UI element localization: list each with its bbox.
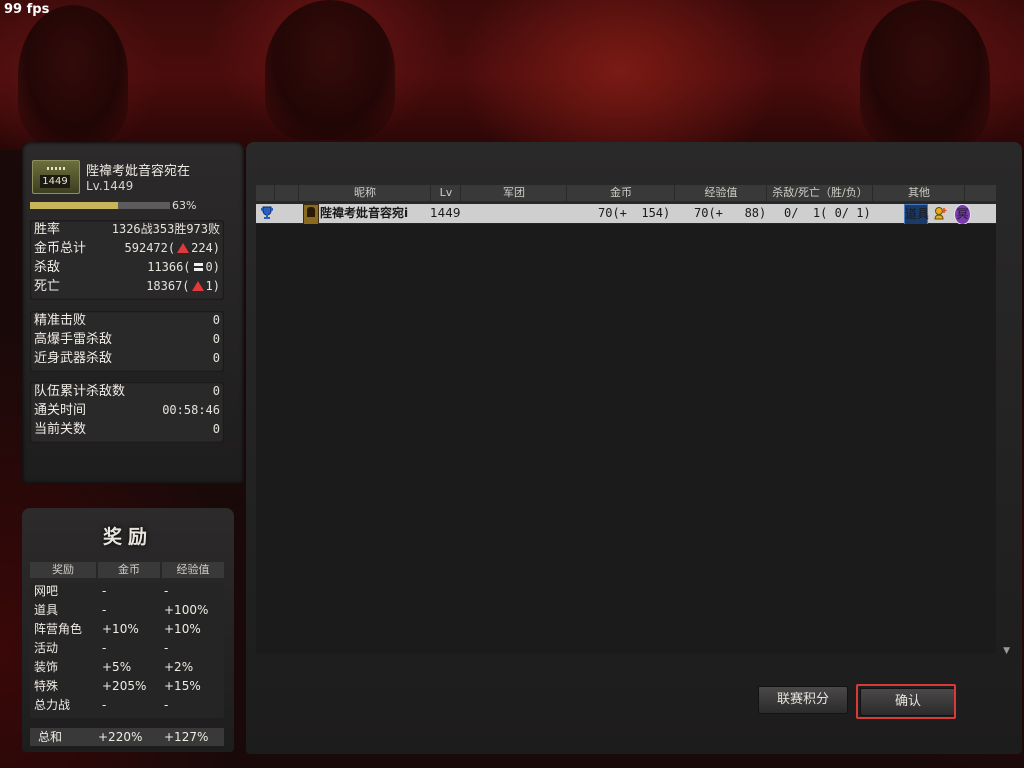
class-icon	[303, 204, 319, 225]
scoreboard-panel: 昵称 Lv 军团 金币 经验值 杀敌/死亡（胜/负） 其他 陛禕考妣音容宛i 1…	[246, 142, 1022, 754]
reward-row: 特殊 +205% +15%	[34, 679, 201, 693]
stat-row-gold-total: 金币总计 592472(224)	[30, 239, 224, 258]
stat-label: 队伍累计杀敌数	[34, 384, 126, 399]
reward-row: 阵营角色 +10% +10%	[34, 622, 201, 636]
reward-header-exp: 经验值	[162, 562, 224, 578]
reward-table: 网吧 - - 道具 - +100% 阵营角色 +10% +10% 活动 - - 装饰 +5% +2%…	[30, 582, 224, 718]
reward-total-label: 总和	[38, 730, 63, 744]
col-nickname: 昵称	[300, 185, 431, 201]
stat-label: 金币总计	[34, 241, 87, 256]
stat-label: 死亡	[34, 279, 61, 294]
stat-value: 1326战353胜973败	[111, 222, 220, 236]
player-profile-panel: 1449 陛禕考妣音容宛在 Lv.1449 63% 胜率 1326战353胜97…	[22, 142, 244, 484]
col-exp: 经验值	[676, 185, 767, 201]
xp-percent: 63%	[172, 199, 197, 212]
main-stats-box: 胜率 1326战353胜973败 金币总计 592472(224) 杀敌 113…	[30, 220, 224, 300]
reward-header-name: 奖励	[30, 562, 96, 578]
stat-label: 近身武器杀敌	[34, 351, 113, 366]
stat-value: 11366(0)	[147, 260, 220, 274]
up-arrow-icon	[191, 281, 204, 291]
reward-title: 奖励	[102, 526, 153, 548]
stat-value: 18367(1)	[146, 279, 220, 293]
scroll-down-icon[interactable]: ▼	[1003, 646, 1010, 656]
reward-total-row: 总和 +220% +127%	[30, 728, 224, 746]
equal-icon	[193, 263, 203, 271]
scoreboard-empty-area	[256, 224, 996, 654]
col-class	[276, 185, 299, 201]
scoreboard-row[interactable]: 陛禕考妣音容宛i 1449 70(+ 154) 70(+ 88) 0/ 1( 0…	[256, 204, 996, 225]
stat-row-team-kills: 队伍累计杀敌数 0	[30, 382, 224, 401]
reward-header: 奖励 金币 经验值	[30, 562, 224, 578]
kill-stats-box: 精准击败 0 高爆手雷杀敌 0 近身武器杀敌 0	[30, 311, 224, 372]
trophy-icon	[261, 206, 273, 219]
stat-row-winrate: 胜率 1326战353胜973败	[30, 220, 224, 239]
stat-value: 592472(224)	[124, 241, 220, 255]
col-clan: 军团	[462, 185, 567, 201]
stat-row-headshot: 精准击败 0	[30, 311, 224, 330]
reward-row: 网吧 - -	[34, 584, 169, 598]
stat-value: 0	[212, 313, 220, 327]
stat-value: 0	[212, 384, 220, 398]
col-gold: 金币	[568, 185, 675, 201]
confirm-highlight	[856, 684, 956, 719]
rank-dots-icon	[47, 167, 65, 170]
scoreboard-header: 昵称 Lv 军团 金币 经验值 杀敌/死亡（胜/负） 其他	[256, 185, 996, 201]
row-gold: 70(+ 154)	[598, 206, 671, 220]
col-end	[966, 185, 996, 201]
row-nickname: 陛禕考妣音容宛i	[320, 206, 409, 220]
rank-badge-level: 1449	[40, 175, 70, 188]
boost-icon	[934, 207, 947, 220]
stat-row-clear-time: 通关时间 00:58:46	[30, 401, 224, 420]
rank-badge: 1449	[32, 160, 80, 194]
stat-label: 通关时间	[34, 403, 87, 418]
reward-row: 道具 - +100%	[34, 603, 209, 617]
reward-row: 活动 - -	[34, 641, 169, 655]
reward-total-gold: +220%	[98, 730, 143, 744]
reward-row: 装饰 +5% +2%	[34, 660, 194, 674]
row-level: 1449	[430, 206, 461, 220]
medal-icon: 冥	[954, 204, 971, 225]
col-other: 其他	[874, 185, 965, 201]
row-exp: 70(+ 88)	[694, 206, 767, 220]
team-stats-box: 队伍累计杀敌数 0 通关时间 00:58:46 当前关数 0	[30, 382, 224, 443]
stat-row-kills: 杀敌 11366(0)	[30, 258, 224, 277]
reward-total-exp: +127%	[164, 730, 209, 744]
stat-label: 胜率	[34, 222, 61, 237]
zombie-figure-left	[18, 5, 128, 145]
stat-label: 高爆手雷杀敌	[34, 332, 113, 347]
league-points-button[interactable]: 联赛积分	[758, 686, 848, 714]
stat-row-melee: 近身武器杀敌 0	[30, 349, 224, 368]
reward-header-gold: 金币	[98, 562, 160, 578]
stat-label: 精准击败	[34, 313, 87, 328]
zombie-figure-center	[265, 0, 395, 140]
item-badge: 道具	[904, 204, 929, 225]
stat-value: 0	[212, 332, 220, 346]
stat-value: 0	[212, 351, 220, 365]
stat-label: 杀敌	[34, 260, 61, 275]
stat-row-deaths: 死亡 18367(1)	[30, 277, 224, 296]
stat-value: 00:58:46	[162, 403, 220, 417]
col-rank	[256, 185, 275, 201]
col-level: Lv	[432, 185, 461, 201]
col-kd: 杀敌/死亡（胜/负）	[768, 185, 873, 201]
row-kd: 0/ 1( 0/ 1)	[784, 206, 871, 220]
stat-row-current-stage: 当前关数 0	[30, 420, 224, 439]
player-name: 陛禕考妣音容宛在	[86, 164, 191, 179]
reward-row: 总力战 - -	[34, 698, 169, 712]
xp-progress-bar	[30, 202, 170, 209]
up-arrow-icon	[177, 243, 190, 253]
xp-progress-fill	[30, 202, 119, 209]
stat-row-grenade: 高爆手雷杀敌 0	[30, 330, 224, 349]
reward-panel: 奖励 奖励 金币 经验值 网吧 - - 道具 - +100% 阵营角色 +10% +10% …	[22, 508, 234, 752]
stat-value: 0	[212, 422, 220, 436]
stat-label: 当前关数	[34, 422, 87, 437]
player-level: Lv.1449	[86, 179, 134, 193]
zombie-figure-right	[860, 0, 990, 150]
fps-counter: 99 fps	[4, 2, 50, 17]
